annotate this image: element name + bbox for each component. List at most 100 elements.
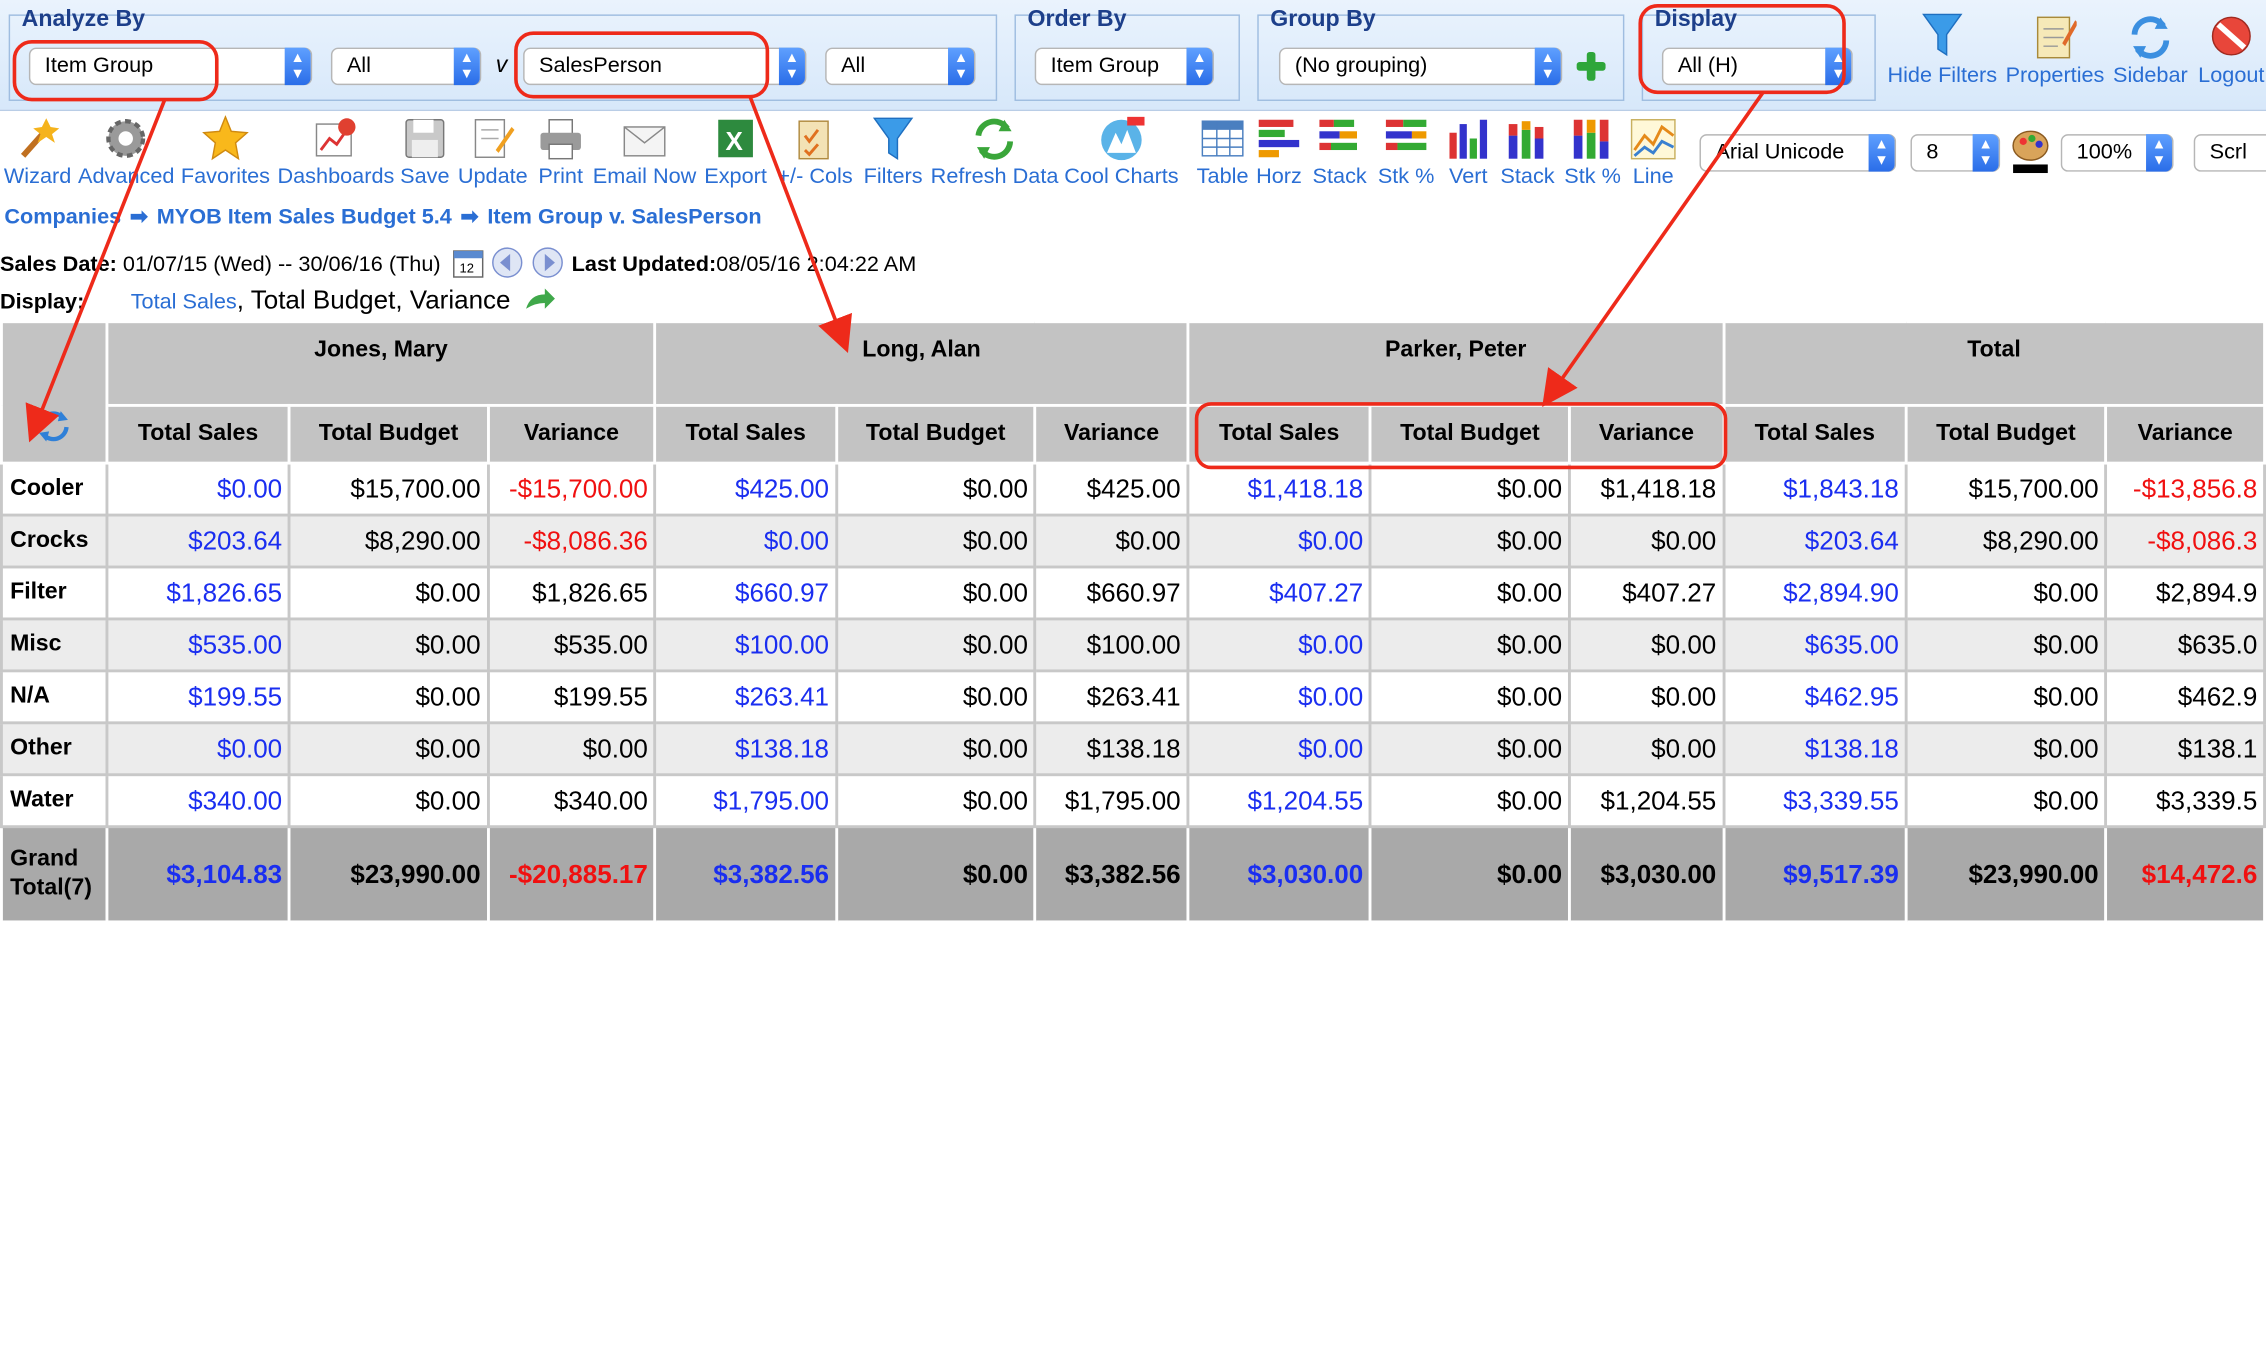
sales-cell[interactable]: $660.97 bbox=[653, 565, 838, 621]
font-size-select[interactable]: 8 ▲ ▼ bbox=[1910, 134, 2001, 172]
column-header[interactable]: Variance bbox=[1033, 403, 1190, 465]
row-label[interactable]: Misc bbox=[0, 617, 109, 673]
sales-cell[interactable]: $535.00 bbox=[105, 617, 291, 673]
stack-chart-button[interactable]: Stack bbox=[1309, 115, 1370, 189]
cool-charts-button[interactable]: Cool Charts bbox=[1064, 115, 1180, 189]
analyze-filter1-select[interactable]: All ▲ ▼ bbox=[330, 47, 482, 86]
analyze-filter2-select[interactable]: All ▲ ▼ bbox=[825, 47, 976, 86]
hide-filters-button[interactable]: Hide Filters bbox=[1886, 12, 1999, 88]
add-grouping-icon[interactable] bbox=[1575, 50, 1607, 82]
sales-cell[interactable]: $1,826.65 bbox=[105, 565, 291, 621]
display-label: Display: bbox=[0, 289, 85, 315]
stack-percent-chart-button[interactable]: Stk % bbox=[1373, 115, 1439, 189]
sales-cell[interactable]: $1,843.18 bbox=[1722, 461, 1908, 517]
sales-cell[interactable]: $0.00 bbox=[105, 721, 291, 777]
analyze-field2-select[interactable]: SalesPerson ▲ ▼ bbox=[523, 47, 807, 86]
horz-chart-button[interactable]: Horz bbox=[1253, 115, 1305, 189]
sales-cell[interactable]: $138.18 bbox=[1722, 721, 1908, 777]
variance-cell: $1,795.00 bbox=[1033, 773, 1190, 829]
line-chart-button[interactable]: Line bbox=[1627, 115, 1679, 189]
row-label[interactable]: N/A bbox=[0, 669, 109, 725]
sales-cell[interactable]: $203.64 bbox=[1722, 513, 1908, 569]
stack-percent-vert-chart-button[interactable]: Stk % bbox=[1561, 115, 1625, 189]
sales-cell[interactable]: $100.00 bbox=[653, 617, 838, 673]
column-header[interactable]: Total Sales bbox=[1186, 403, 1372, 465]
sales-cell[interactable]: $199.55 bbox=[105, 669, 291, 725]
sales-cell[interactable]: $0.00 bbox=[653, 513, 838, 569]
analyze-field1-select[interactable]: Item Group ▲ ▼ bbox=[28, 47, 313, 86]
column-header[interactable]: Total Budget bbox=[1904, 403, 2108, 465]
grand-total-cell[interactable]: $3,104.83 bbox=[105, 825, 291, 924]
column-header[interactable]: Variance bbox=[486, 403, 657, 465]
grand-total-cell[interactable]: $3,030.00 bbox=[1186, 825, 1372, 924]
sales-cell[interactable]: $0.00 bbox=[105, 461, 291, 517]
sales-cell[interactable]: $1,795.00 bbox=[653, 773, 838, 829]
email-now-button[interactable]: Email Now bbox=[591, 115, 698, 189]
column-header[interactable]: Total Sales bbox=[105, 403, 291, 465]
wizard-button[interactable]: Wizard bbox=[3, 115, 72, 189]
sales-cell[interactable]: $0.00 bbox=[1186, 513, 1372, 569]
sales-cell[interactable]: $263.41 bbox=[653, 669, 838, 725]
zoom-select[interactable]: 100% ▲ ▼ bbox=[2060, 134, 2174, 172]
sales-cell[interactable]: $2,894.90 bbox=[1722, 565, 1908, 621]
sales-cell[interactable]: $203.64 bbox=[105, 513, 291, 569]
redo-arrow-icon[interactable] bbox=[522, 286, 557, 321]
print-button[interactable]: Print bbox=[535, 115, 587, 189]
column-header[interactable]: Total Sales bbox=[1722, 403, 1908, 465]
row-label[interactable]: Cooler bbox=[0, 461, 109, 517]
display-total-sales-link[interactable]: Total Sales bbox=[131, 290, 237, 315]
sales-cell[interactable]: $0.00 bbox=[1186, 617, 1372, 673]
row-label[interactable]: Filter bbox=[0, 565, 109, 621]
scroll-select[interactable]: Scrl bbox=[2193, 134, 2266, 172]
next-period-icon[interactable] bbox=[531, 245, 566, 285]
previous-period-icon[interactable] bbox=[490, 245, 525, 285]
column-header[interactable]: Variance bbox=[2104, 403, 2266, 465]
grand-total-cell[interactable]: $9,517.39 bbox=[1722, 825, 1908, 924]
sales-cell[interactable]: $0.00 bbox=[1186, 669, 1372, 725]
font-select[interactable]: Arial Unicode ▲ ▼ bbox=[1699, 134, 1897, 172]
sales-cell[interactable]: $462.95 bbox=[1722, 669, 1908, 725]
filters-button[interactable]: Filters bbox=[861, 115, 925, 189]
sales-cell[interactable]: $340.00 bbox=[105, 773, 291, 829]
sales-cell[interactable]: $407.27 bbox=[1186, 565, 1372, 621]
save-button[interactable]: Save bbox=[397, 115, 452, 189]
column-header[interactable]: Variance bbox=[1567, 403, 1725, 465]
sales-cell[interactable]: $138.18 bbox=[653, 721, 838, 777]
sales-cell[interactable]: $3,339.55 bbox=[1722, 773, 1908, 829]
sales-cell[interactable]: $425.00 bbox=[653, 461, 838, 517]
dashboards-button[interactable]: Dashboards bbox=[277, 115, 394, 189]
stack-vert-chart-button[interactable]: Stack bbox=[1497, 115, 1558, 189]
breadcrumb-report-group[interactable]: MYOB Item Sales Budget 5.4 bbox=[157, 205, 452, 230]
sales-cell[interactable]: $0.00 bbox=[1186, 721, 1372, 777]
breadcrumb-current[interactable]: Item Group v. SalesPerson bbox=[487, 205, 761, 230]
add-remove-cols-button[interactable]: +/- Cols bbox=[775, 115, 856, 189]
row-label[interactable]: Water bbox=[0, 773, 109, 829]
sales-cell[interactable]: $1,418.18 bbox=[1186, 461, 1372, 517]
column-header[interactable]: Total Budget bbox=[834, 403, 1037, 465]
column-header[interactable]: Total Budget bbox=[1368, 403, 1571, 465]
update-button[interactable]: Update bbox=[455, 115, 530, 189]
sales-cell[interactable]: $1,204.55 bbox=[1186, 773, 1372, 829]
advanced-button[interactable]: Advanced bbox=[78, 115, 174, 189]
refresh-data-button[interactable]: Refresh Data bbox=[931, 115, 1058, 189]
row-label[interactable]: Crocks bbox=[0, 513, 109, 569]
grand-total-cell[interactable]: $3,382.56 bbox=[653, 825, 838, 924]
group-by-select[interactable]: (No grouping) ▲ ▼ bbox=[1278, 47, 1563, 86]
breadcrumb-companies[interactable]: Companies bbox=[4, 205, 121, 230]
logout-button[interactable]: Logout bbox=[2191, 12, 2266, 88]
display-select[interactable]: All (H) ▲ ▼ bbox=[1661, 47, 1853, 86]
table-view-button[interactable]: Table bbox=[1197, 115, 1249, 189]
favorites-button[interactable]: Favorites bbox=[179, 114, 271, 189]
export-button[interactable]: X Export bbox=[702, 115, 768, 189]
calendar-icon[interactable]: 12 bbox=[452, 247, 484, 285]
column-header[interactable]: Total Budget bbox=[287, 403, 490, 465]
swap-axes-icon[interactable] bbox=[35, 408, 73, 450]
properties-button[interactable]: Properties bbox=[2003, 12, 2107, 88]
sidebar-button[interactable]: Sidebar bbox=[2110, 12, 2191, 88]
color-palette-icon[interactable] bbox=[2012, 130, 2050, 174]
row-label[interactable]: Other bbox=[0, 721, 109, 777]
column-header[interactable]: Total Sales bbox=[653, 403, 838, 465]
sales-cell[interactable]: $635.00 bbox=[1722, 617, 1908, 673]
vert-chart-button[interactable]: Vert bbox=[1442, 115, 1494, 189]
order-by-select[interactable]: Item Group ▲ ▼ bbox=[1034, 47, 1214, 86]
